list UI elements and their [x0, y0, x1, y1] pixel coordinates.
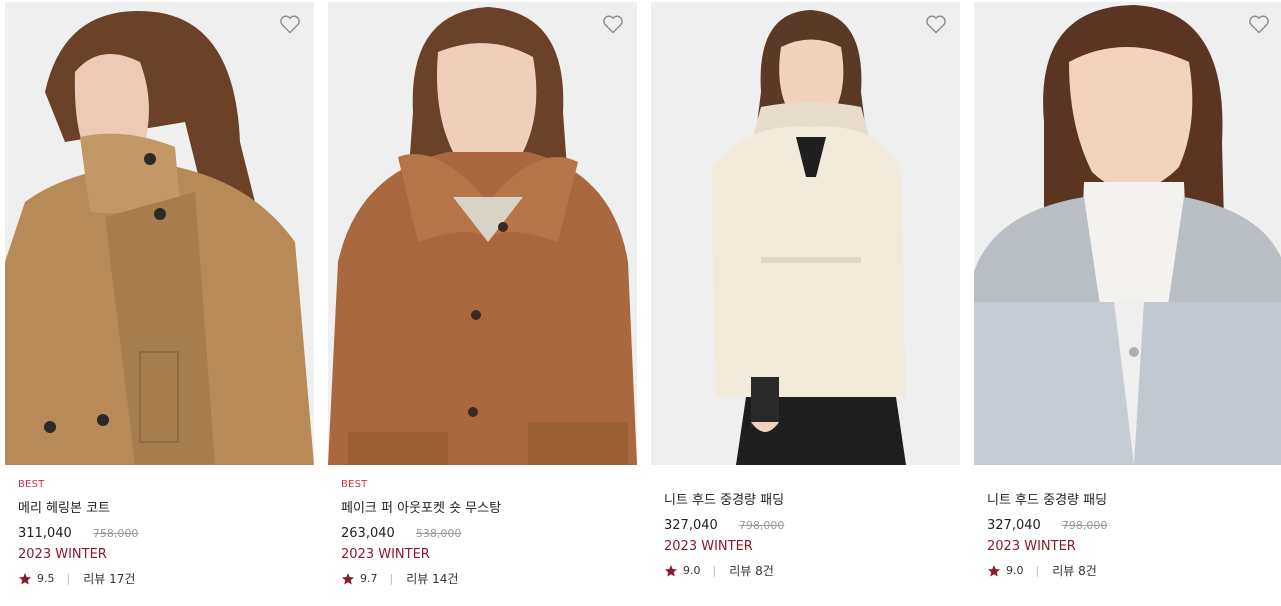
product-info: BEST 메리 헤링본 코트 311,040 758,000 2023 WINT… — [18, 478, 306, 588]
best-badge: BEST — [341, 479, 368, 490]
price-row: 311,040 758,000 — [18, 523, 306, 541]
product-photo-shearling-jacket — [328, 2, 637, 465]
product-image[interactable] — [974, 2, 1281, 465]
rating-value: 9.7 — [360, 572, 378, 585]
meta-separator: | — [66, 572, 71, 585]
price-row: 327,040 798,000 — [664, 515, 952, 533]
season-label: 2023 WINTER — [987, 539, 1076, 554]
product-name[interactable]: 페이크 퍼 아웃포켓 숏 무스탕 — [341, 500, 629, 517]
price-row: 263,040 538,000 — [341, 523, 629, 541]
review-count[interactable]: 리뷰 14건 — [406, 570, 458, 588]
rating-value: 9.5 — [37, 572, 55, 585]
meta-separator: | — [712, 564, 717, 577]
review-meta: 9.0 | 리뷰 8건 — [664, 562, 952, 580]
product-grid: BEST 메리 헤링본 코트 311,040 758,000 2023 WINT… — [0, 0, 1281, 606]
meta-separator: | — [389, 572, 394, 585]
rating-value: 9.0 — [1006, 564, 1024, 577]
product-photo-padded-jacket-ivory — [651, 2, 960, 465]
product-image[interactable] — [651, 2, 960, 465]
meta-separator: | — [1035, 564, 1040, 577]
review-count[interactable]: 리뷰 17건 — [83, 570, 135, 588]
heart-outline-icon[interactable] — [601, 12, 625, 36]
product-card[interactable]: BEST 페이크 퍼 아웃포켓 숏 무스탕 263,040 538,000 20… — [328, 0, 637, 606]
heart-outline-icon[interactable] — [1247, 12, 1271, 36]
product-name[interactable]: 니트 후드 중경량 패딩 — [664, 492, 952, 509]
product-image[interactable] — [328, 2, 637, 465]
review-meta: 9.0 | 리뷰 8건 — [987, 562, 1275, 580]
original-price: 538,000 — [415, 527, 462, 540]
product-photo-padded-jacket-grey — [974, 2, 1281, 465]
product-name[interactable]: 니트 후드 중경량 패딩 — [987, 492, 1275, 509]
review-count[interactable]: 리뷰 8건 — [1052, 562, 1097, 580]
best-badge: BEST — [18, 479, 45, 490]
review-meta: 9.5 | 리뷰 17건 — [18, 570, 306, 588]
heart-outline-icon[interactable] — [278, 12, 302, 36]
price-row: 327,040 798,000 — [987, 515, 1275, 533]
sale-price: 327,040 — [987, 518, 1041, 533]
season-label: 2023 WINTER — [18, 547, 107, 562]
product-image[interactable] — [5, 2, 314, 465]
product-photo-coat-camel — [5, 2, 314, 465]
heart-outline-icon[interactable] — [924, 12, 948, 36]
season-label: 2023 WINTER — [664, 539, 753, 554]
product-info: BEST 페이크 퍼 아웃포켓 숏 무스탕 263,040 538,000 20… — [341, 478, 629, 588]
sale-price: 263,040 — [341, 526, 395, 541]
product-info: 니트 후드 중경량 패딩 327,040 798,000 2023 WINTER… — [664, 492, 952, 580]
review-meta: 9.7 | 리뷰 14건 — [341, 570, 629, 588]
star-icon — [987, 565, 1001, 577]
rating-value: 9.0 — [683, 564, 701, 577]
sale-price: 311,040 — [18, 526, 72, 541]
product-card[interactable]: BEST 메리 헤링본 코트 311,040 758,000 2023 WINT… — [5, 0, 314, 606]
original-price: 758,000 — [92, 527, 139, 540]
original-price: 798,000 — [738, 519, 785, 532]
star-icon — [18, 573, 32, 585]
product-info: 니트 후드 중경량 패딩 327,040 798,000 2023 WINTER… — [987, 492, 1275, 580]
product-card[interactable]: 니트 후드 중경량 패딩 327,040 798,000 2023 WINTER… — [974, 0, 1281, 606]
product-card[interactable]: 니트 후드 중경량 패딩 327,040 798,000 2023 WINTER… — [651, 0, 960, 606]
product-name[interactable]: 메리 헤링본 코트 — [18, 500, 306, 517]
review-count[interactable]: 리뷰 8건 — [729, 562, 774, 580]
original-price: 798,000 — [1061, 519, 1108, 532]
star-icon — [341, 573, 355, 585]
sale-price: 327,040 — [664, 518, 718, 533]
season-label: 2023 WINTER — [341, 547, 430, 562]
star-icon — [664, 565, 678, 577]
